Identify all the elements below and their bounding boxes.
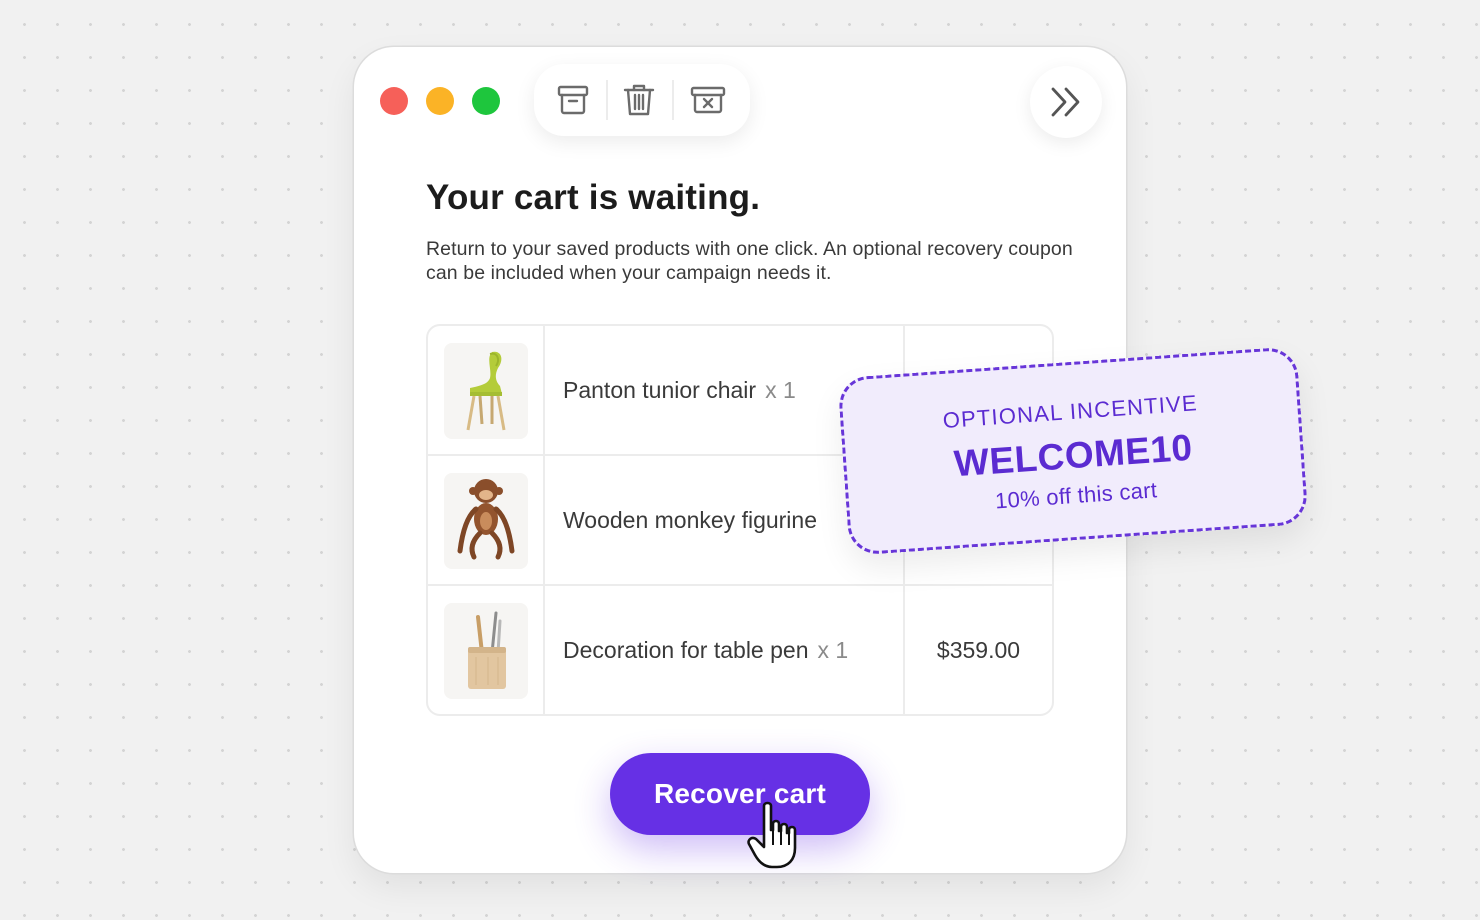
cart-row: Decoration for table pen x 1 $359.00: [428, 586, 1052, 714]
page-description: Return to your saved products with one c…: [426, 238, 1073, 284]
product-image-cell: [428, 456, 545, 584]
product-name: Decoration for table pen: [563, 636, 809, 663]
pen-holder-icon: [444, 603, 528, 699]
product-name: Panton tunior chair: [563, 376, 757, 403]
minimize-window-button[interactable]: [426, 87, 454, 115]
monkey-figurine-icon: [444, 473, 528, 569]
product-name: Wooden monkey figurine: [563, 506, 817, 533]
hand-pointer-icon: [747, 801, 797, 869]
trash-icon[interactable]: [620, 81, 658, 119]
toolbar-divider: [672, 80, 674, 120]
double-chevron-right-icon[interactable]: [1030, 66, 1102, 138]
archive-remove-icon[interactable]: [689, 81, 727, 119]
product-image-cell: [428, 586, 545, 714]
close-window-button[interactable]: [380, 87, 408, 115]
page-title: Your cart is waiting.: [426, 178, 761, 217]
recover-cart-button[interactable]: Recover cart: [610, 753, 870, 835]
toolbar: [534, 64, 750, 136]
product-quantity: x 1: [765, 376, 796, 403]
product-name-cell: Decoration for table pen x 1: [545, 586, 905, 714]
product-image-cell: [428, 326, 545, 454]
product-quantity: x 1: [817, 636, 849, 663]
chair-icon: [444, 343, 528, 439]
archive-icon[interactable]: [554, 81, 592, 119]
coupon-card: OPTIONAL INCENTIVE WELCOME10 10% off thi…: [837, 346, 1309, 556]
maximize-window-button[interactable]: [472, 87, 500, 115]
product-price: $359.00: [936, 636, 1021, 663]
toolbar-divider: [606, 80, 608, 120]
